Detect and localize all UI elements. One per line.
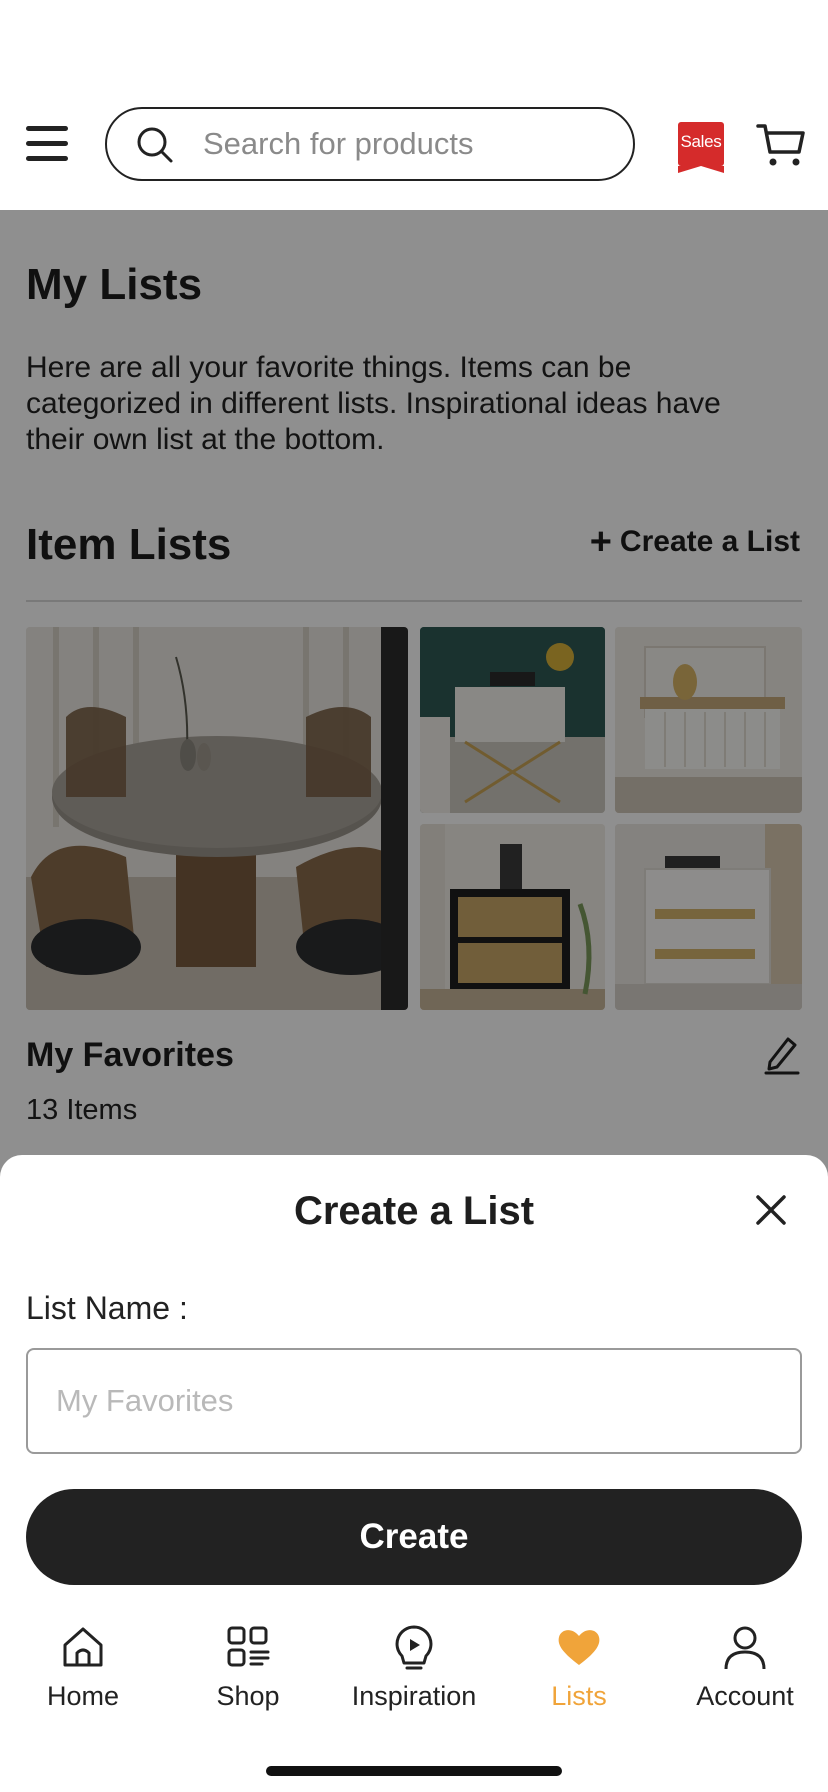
tab-lists-label: Lists [551, 1681, 607, 1711]
menu-icon[interactable] [26, 124, 68, 164]
bottom-tab-bar: Home Shop Inspiration Lists Account [0, 1603, 828, 1792]
search-icon [137, 127, 173, 163]
tab-lists[interactable]: Lists [504, 1623, 654, 1723]
tab-shop[interactable]: Shop [173, 1623, 323, 1723]
tab-inspiration[interactable]: Inspiration [339, 1623, 489, 1723]
tab-inspiration-label: Inspiration [351, 1681, 477, 1711]
bulb-icon [395, 1625, 433, 1670]
create-button[interactable]: Create [26, 1489, 802, 1585]
heart-icon [558, 1630, 600, 1665]
search-bar[interactable] [105, 107, 635, 181]
tab-home-label: Home [46, 1681, 120, 1711]
tab-account[interactable]: Account [670, 1623, 820, 1723]
tab-account-label: Account [696, 1681, 794, 1711]
list-name-input[interactable] [26, 1348, 802, 1454]
home-indicator[interactable] [266, 1766, 562, 1776]
tab-home[interactable]: Home [8, 1623, 158, 1723]
cart-icon[interactable] [756, 120, 806, 170]
sales-badge[interactable]: Sales [678, 122, 724, 173]
list-name-label: List Name : [26, 1290, 188, 1326]
close-icon[interactable] [752, 1191, 790, 1229]
home-icon [63, 1627, 103, 1667]
tab-shop-label: Shop [216, 1681, 280, 1711]
top-header: Sales [0, 0, 828, 210]
grid-icon [227, 1626, 270, 1667]
search-input[interactable] [203, 119, 613, 169]
person-icon [724, 1626, 766, 1670]
sheet-title: Create a List [293, 1189, 535, 1233]
